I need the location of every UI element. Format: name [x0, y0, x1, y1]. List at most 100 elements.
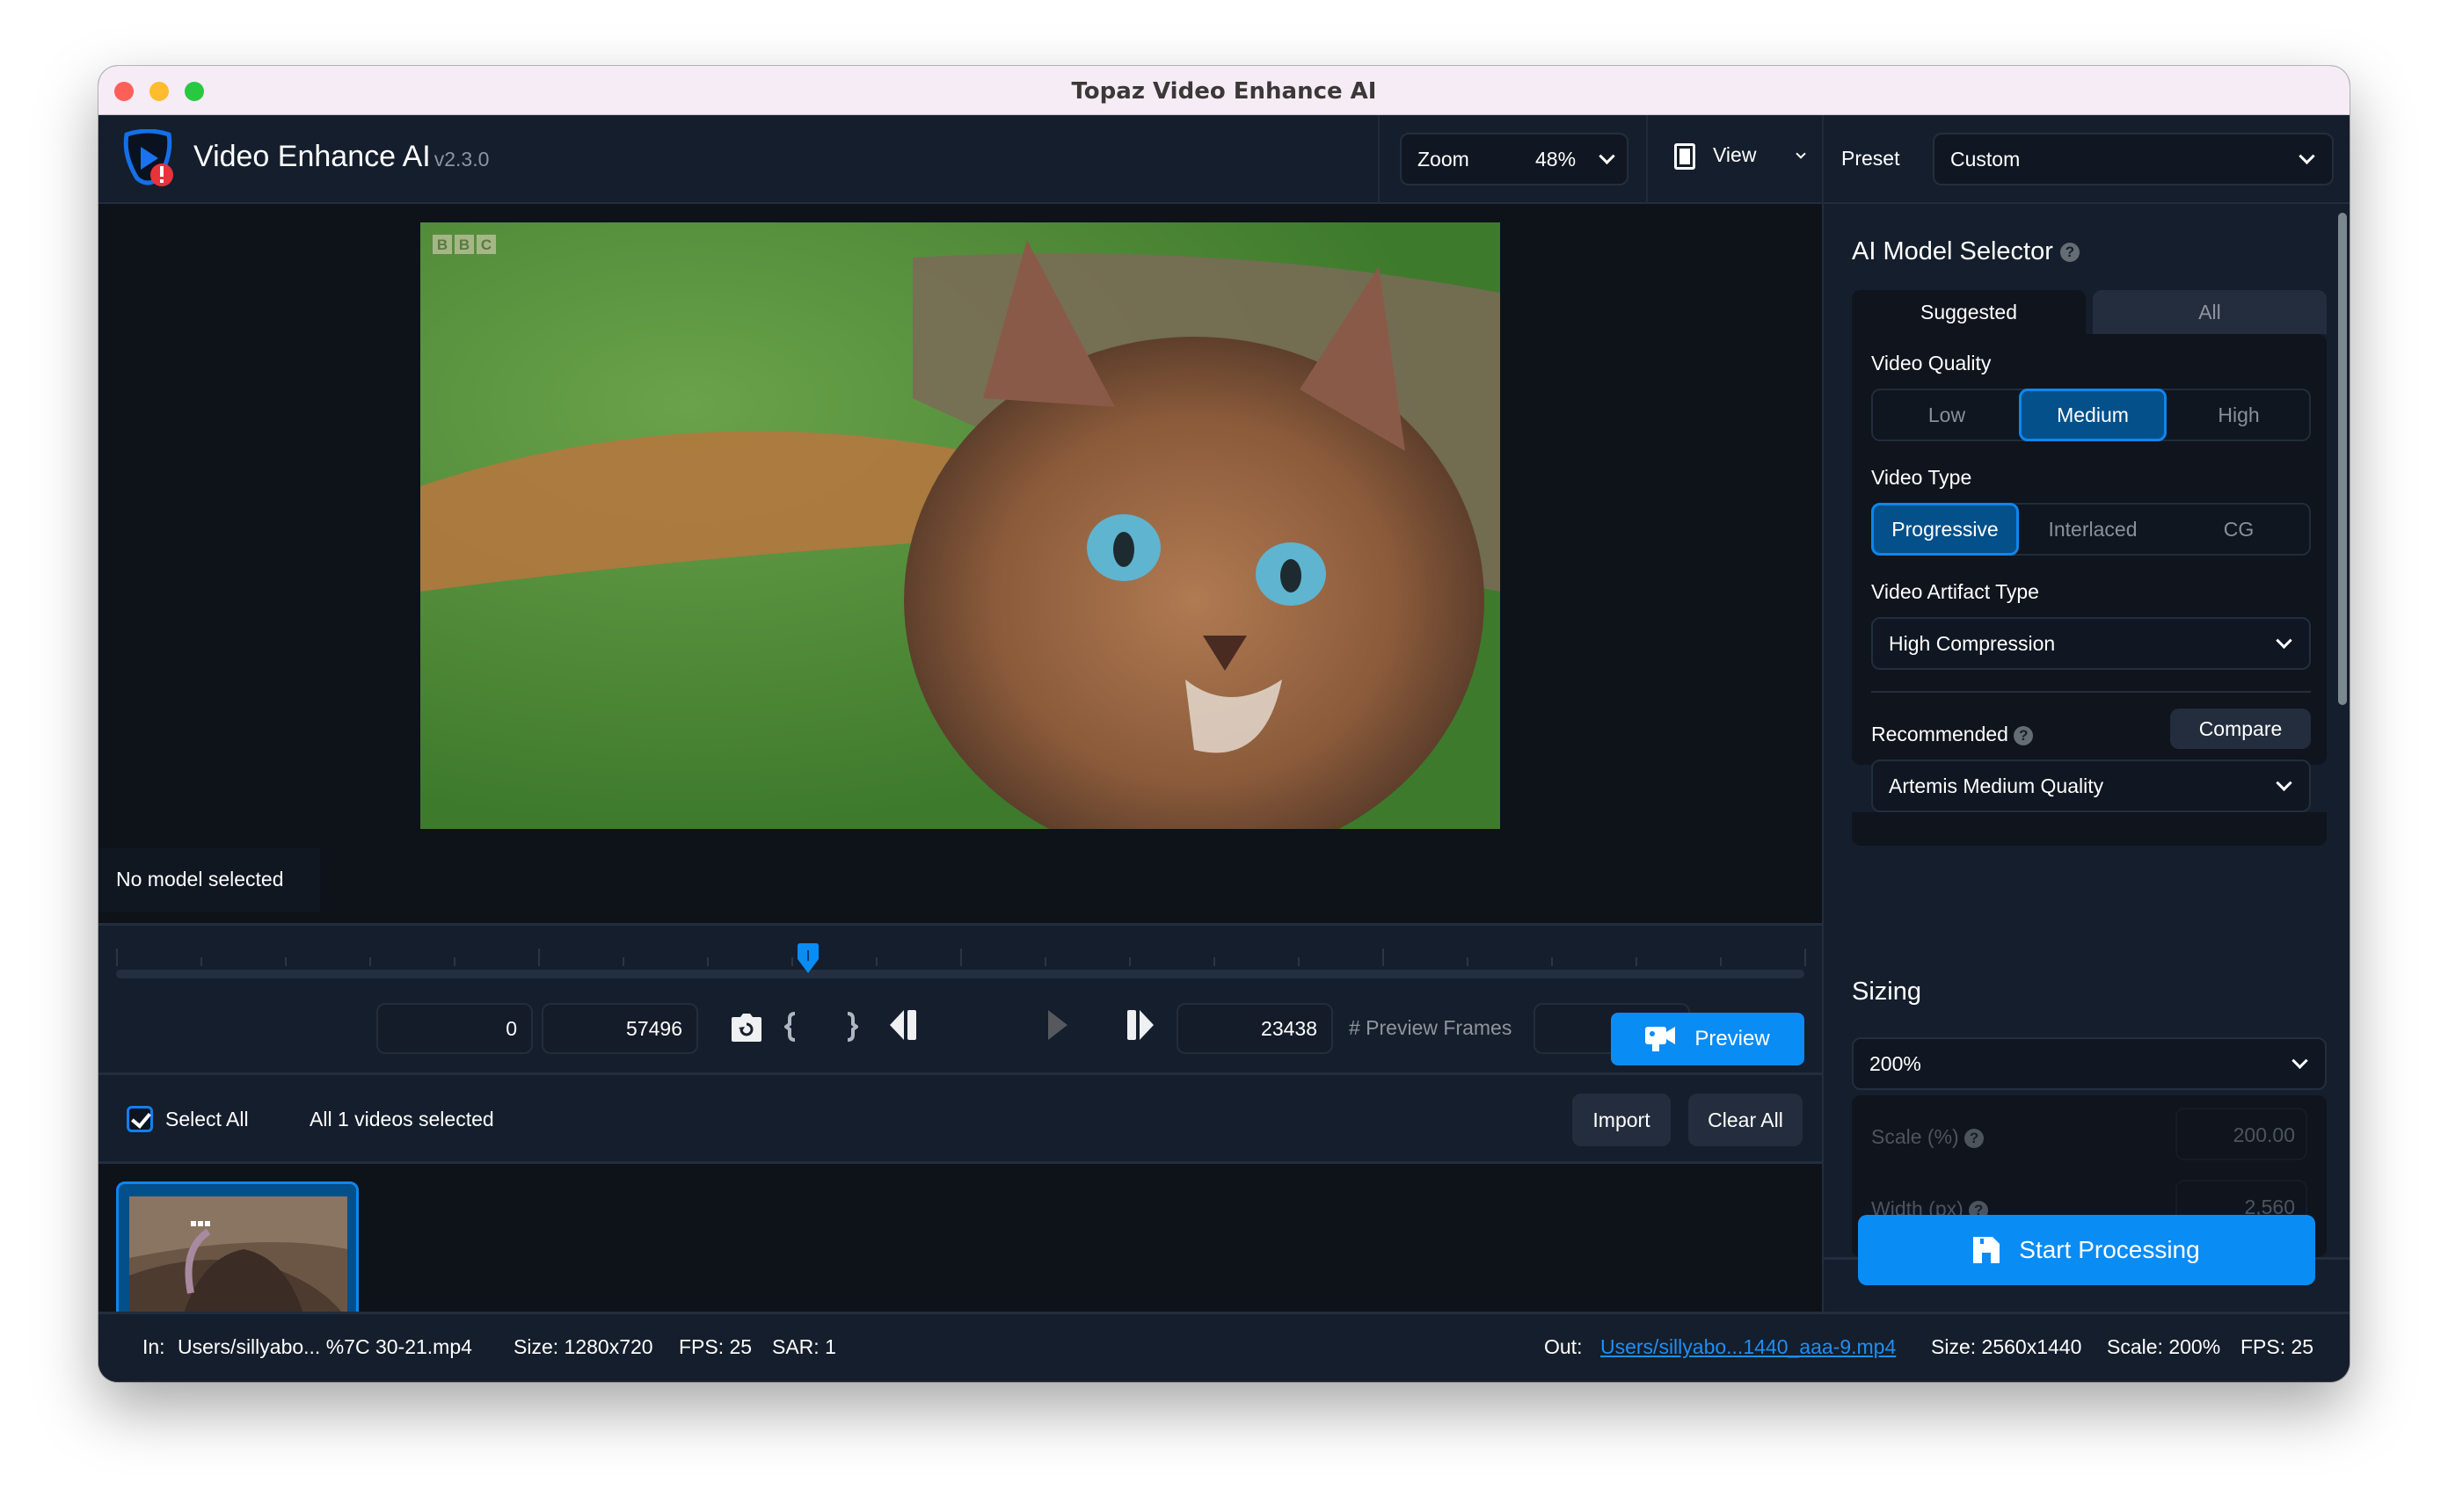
- playhead-handle[interactable]: [796, 943, 820, 978]
- tab-all[interactable]: All: [2093, 290, 2327, 334]
- zoom-dropdown[interactable]: Zoom 48%: [1400, 133, 1628, 185]
- quality-low-option[interactable]: Low: [1873, 389, 2021, 441]
- type-interlaced-option[interactable]: Interlaced: [2019, 503, 2167, 556]
- type-cg-option[interactable]: CG: [2165, 503, 2313, 556]
- end-frame-input[interactable]: 57496: [542, 1003, 698, 1054]
- artifact-type-dropdown[interactable]: High Compression: [1871, 617, 2311, 670]
- view-menu-button[interactable]: View: [1674, 142, 1841, 177]
- recommended-label-text: Recommended: [1871, 723, 2008, 745]
- video-preview[interactable]: B B C: [420, 222, 1500, 829]
- timeline-tick: [1382, 949, 1384, 966]
- video-quality-segmented: Low Medium High: [1871, 389, 2311, 441]
- tab-suggested[interactable]: Suggested: [1852, 290, 2086, 334]
- view-label: View: [1713, 143, 1757, 166]
- mark-out-bracket-icon[interactable]: [846, 1012, 860, 1046]
- svg-text:B: B: [459, 236, 470, 253]
- compare-button[interactable]: Compare: [2170, 709, 2311, 749]
- select-all-checkbox[interactable]: [127, 1106, 153, 1132]
- sizing-value: 200%: [1869, 1051, 1921, 1075]
- start-processing-label: Start Processing: [2019, 1236, 2200, 1263]
- recommended-model-value: Artemis Medium Quality: [1889, 774, 2104, 797]
- type-progressive-option[interactable]: Progressive: [1871, 503, 2019, 556]
- scale-input[interactable]: 200.00: [2175, 1108, 2307, 1160]
- input-path: Users/sillyabo... %7C 30-21.mp4: [178, 1335, 472, 1358]
- preset-value: Custom: [1950, 147, 2021, 171]
- view-layout-icon: [1674, 143, 1695, 170]
- header-divider: [1378, 115, 1380, 204]
- app-name: Video Enhance AI v2.3.0: [193, 140, 489, 174]
- timeline-tick: [707, 957, 709, 966]
- app-header: Video Enhance AI v2.3.0 Zoom 48% View Pre…: [98, 115, 2350, 204]
- quality-medium-option[interactable]: Medium: [2019, 389, 2167, 441]
- chevron-down-icon: [2276, 774, 2292, 791]
- chevron-down-icon: [1599, 148, 1615, 164]
- help-icon[interactable]: ?: [2014, 725, 2034, 745]
- help-icon[interactable]: ?: [2059, 243, 2080, 263]
- timeline-tick: [200, 957, 202, 966]
- preset-dropdown[interactable]: Custom: [1933, 133, 2334, 185]
- preview-frames-label: # Preview Frames: [1349, 1016, 1512, 1039]
- recommended-model-dropdown[interactable]: Artemis Medium Quality: [1871, 760, 2311, 812]
- help-icon[interactable]: ?: [1964, 1128, 1985, 1148]
- chevron-down-icon: [2299, 148, 2315, 164]
- settings-panel: AI Model Selector ? Suggested All Video …: [1822, 204, 2350, 1312]
- scale-label: Scale (%) ?: [1871, 1125, 1985, 1149]
- output-label: Out:: [1544, 1335, 1583, 1358]
- timeline-tick: [876, 957, 878, 966]
- model-status-label: No model selected: [98, 848, 320, 912]
- video-thumbnail: [129, 1196, 347, 1319]
- app-name-text: Video Enhance AI: [193, 140, 431, 173]
- sizing-title: Sizing: [1852, 978, 1921, 1006]
- quality-high-option[interactable]: High: [2165, 389, 2313, 441]
- timeline-tick: [538, 949, 540, 966]
- start-frame-input[interactable]: 0: [376, 1003, 533, 1054]
- ai-model-card-footer: [1852, 812, 2327, 846]
- selection-status: All 1 videos selected: [310, 1108, 494, 1130]
- save-disk-icon: [1973, 1237, 2000, 1263]
- preview-button[interactable]: Preview: [1611, 1013, 1804, 1065]
- exclamation-badge-icon: [150, 164, 173, 186]
- clear-all-button[interactable]: Clear All: [1688, 1094, 1803, 1146]
- zoom-label: Zoom: [1417, 147, 1469, 171]
- sizing-dropdown[interactable]: 200%: [1852, 1037, 2327, 1090]
- timeline-tick: [1045, 957, 1046, 966]
- video-type-label: Video Type: [1871, 466, 1972, 489]
- timeline-scrubber[interactable]: [116, 970, 1804, 978]
- settings-scrollbar[interactable]: [2338, 213, 2347, 705]
- timeline-tick: [1804, 949, 1806, 966]
- import-button[interactable]: Import: [1572, 1094, 1671, 1146]
- video-camera-icon: [1645, 1027, 1676, 1051]
- zoom-value: 48%: [1535, 147, 1577, 171]
- play-icon[interactable]: [1048, 1010, 1067, 1044]
- preview-area: B B C No model selected: [98, 204, 1822, 923]
- window-title: Topaz Video Enhance AI: [1071, 78, 1377, 105]
- start-processing-button[interactable]: Start Processing: [1858, 1215, 2315, 1285]
- topaz-play-shield-icon: [120, 128, 176, 189]
- output-path-link[interactable]: Users/sillyabo...1440_aaa-9.mp4: [1600, 1335, 1896, 1359]
- input-size: Size: 1280x720: [514, 1335, 653, 1358]
- bbc-watermark: B B C: [433, 235, 496, 254]
- next-frame-icon[interactable]: [1126, 1010, 1154, 1044]
- input-fps: FPS: 25: [679, 1335, 753, 1358]
- app-version: v2.3.0: [434, 148, 490, 171]
- title-bar: Topaz Video Enhance AI: [98, 66, 2350, 115]
- camera-reset-icon[interactable]: [732, 1014, 761, 1046]
- timeline-tick: [1467, 957, 1468, 966]
- previous-frame-icon[interactable]: [890, 1010, 918, 1044]
- video-type-segmented: Progressive Interlaced CG: [1871, 503, 2311, 556]
- current-frame-input[interactable]: 23438: [1177, 1003, 1333, 1054]
- timeline-tick: [116, 949, 118, 966]
- timeline-panel: 0 57496 23438 # Preview Frames 30: [98, 923, 1822, 1072]
- output-fps: FPS: 25: [2240, 1335, 2314, 1358]
- svg-text:B: B: [437, 236, 448, 253]
- video-frame-image: B B C: [420, 222, 1500, 829]
- preview-button-label: Preview: [1694, 1027, 1770, 1050]
- mark-in-bracket-icon[interactable]: [783, 1012, 797, 1046]
- input-label: In:: [142, 1335, 165, 1358]
- timeline-tick: [369, 957, 371, 966]
- select-all-label: Select All: [165, 1108, 249, 1130]
- chevron-down-icon: [2291, 1052, 2308, 1069]
- scale-label-text: Scale (%): [1871, 1125, 1959, 1148]
- chevron-down-icon: [2276, 632, 2292, 649]
- timeline-tick: [454, 957, 455, 966]
